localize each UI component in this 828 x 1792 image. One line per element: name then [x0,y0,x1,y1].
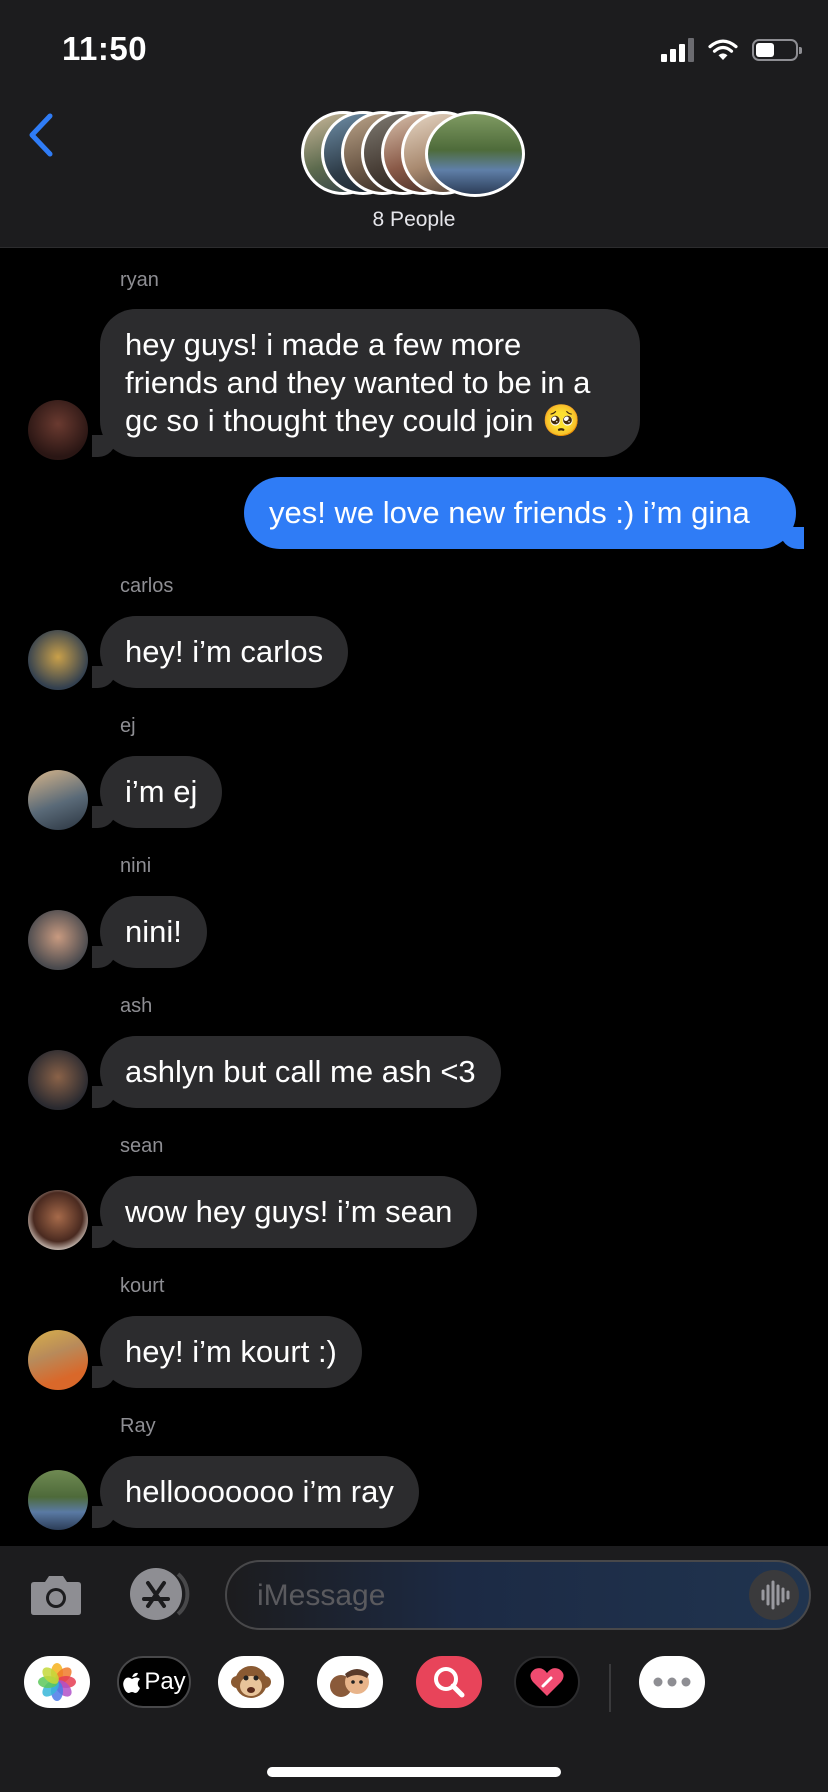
message-thread[interactable]: ryan hey guys! i made a few more friends… [0,248,828,1546]
group-avatar-stack[interactable] [301,111,527,197]
app-store-icon[interactable] [126,1566,190,1622]
sender-name: Ray [120,1415,156,1437]
message-bubble[interactable]: hey! i’m kourt :) [92,1316,362,1388]
apple-logo-icon [123,1672,141,1693]
digital-touch-icon[interactable] [514,1656,580,1708]
more-apps-icon[interactable] [639,1656,705,1708]
message-input[interactable]: iMessage [225,1560,811,1630]
message-bubble-outgoing[interactable]: yes! we love new friends :) i’m gina [244,477,804,549]
avatar[interactable] [28,910,88,970]
back-chevron-icon[interactable] [22,110,62,160]
message-bubble[interactable]: nini! [92,896,207,968]
status-indicators [661,36,802,64]
camera-icon[interactable] [28,1568,84,1620]
avatar[interactable] [28,1190,88,1250]
message-line: hey guys! i made a few more [125,327,522,362]
message-bubble[interactable]: i’m ej [91,756,223,828]
group-member-count[interactable]: 8 People [0,208,828,232]
home-indicator[interactable] [267,1767,561,1777]
sender-name: ryan [120,269,159,291]
avatar[interactable] [28,400,88,460]
message-bubble[interactable]: hey guys! i made a few more friends and … [92,309,640,457]
compose-area: iMessage Pay [0,1546,828,1792]
sender-name: ej [120,715,136,737]
wifi-icon [708,39,738,60]
photos-icon[interactable] [24,1656,90,1708]
group-member-avatar [425,111,525,197]
message-bubble[interactable]: hey! i’m carlos [91,616,349,688]
message-input-placeholder: iMessage [257,1579,386,1612]
sender-name: sean [120,1135,164,1157]
avatar[interactable] [28,1330,88,1390]
message-bubble[interactable]: hellooooooo i’m ray [92,1456,419,1528]
conversation-header: 11:50 8 People [0,0,828,248]
animoji-icon[interactable] [218,1656,284,1708]
avatar[interactable] [28,1050,88,1110]
message-bubble[interactable]: ashlyn but call me ash <3 [92,1036,501,1108]
apple-pay-label: Pay [144,1668,186,1695]
apple-pay-icon[interactable]: Pay [117,1656,191,1708]
sender-name: kourt [120,1275,165,1297]
message-bubble[interactable]: wow hey guys! i’m sean [91,1176,478,1248]
image-search-icon[interactable] [416,1656,482,1708]
battery-icon [752,39,802,61]
memoji-icon[interactable] [317,1656,383,1708]
avatar[interactable] [28,1470,88,1530]
sender-name: nini [120,855,152,877]
app-drawer: Pay [0,1656,828,1726]
message-line: gc so i thought they could join 🥺 [125,403,581,438]
message-line: friends and they wanted to be in a [125,365,591,400]
avatar[interactable] [28,630,88,690]
cellular-signal-icon [661,38,694,62]
audio-message-icon[interactable] [749,1570,799,1620]
status-time: 11:50 [62,30,148,67]
sender-name: carlos [120,575,174,597]
avatar[interactable] [28,770,88,830]
sender-name: ash [120,995,153,1017]
app-drawer-divider [609,1664,611,1712]
